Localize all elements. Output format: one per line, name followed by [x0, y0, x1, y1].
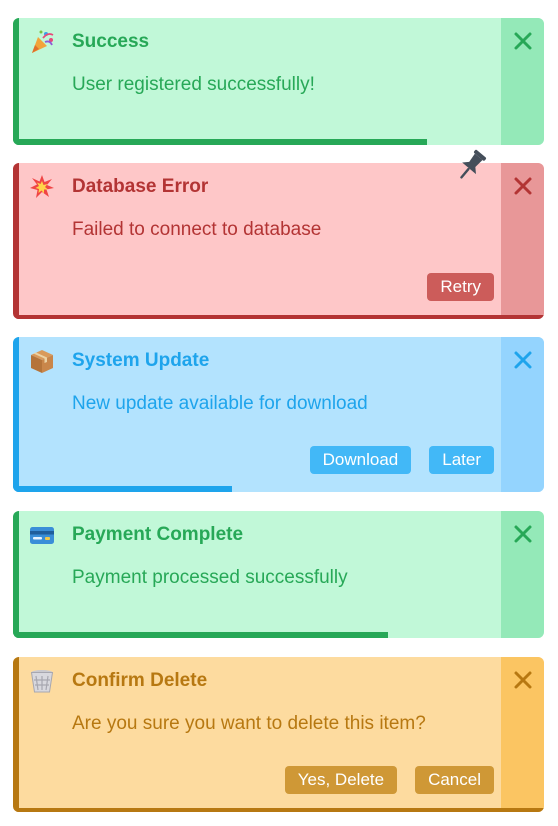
toast-title: Confirm Delete	[72, 670, 208, 691]
toast-title: Database Error	[72, 176, 209, 197]
toast-error: Database Error Failed to connect to data…	[13, 163, 544, 319]
toast-title: System Update	[72, 350, 210, 371]
toast-message: Payment processed successfully	[72, 567, 348, 588]
close-column	[501, 337, 544, 492]
package-icon	[29, 348, 55, 374]
close-button[interactable]	[512, 30, 534, 52]
close-column	[501, 18, 544, 145]
close-icon	[514, 671, 532, 689]
close-button[interactable]	[512, 669, 534, 691]
retry-button[interactable]: Retry	[427, 273, 494, 301]
close-button[interactable]	[512, 349, 534, 371]
toast-actions: Yes, Delete Cancel	[284, 766, 494, 794]
toast-title: Payment Complete	[72, 524, 244, 545]
toast-title: Success	[72, 31, 150, 52]
toast-message: Failed to connect to database	[72, 219, 322, 240]
toast-accent-bar	[13, 18, 19, 145]
cancel-button[interactable]: Cancel	[415, 766, 494, 794]
wastebasket-icon	[29, 668, 55, 694]
toast-warning: Confirm Delete Are you sure you want to …	[13, 657, 544, 812]
close-button[interactable]	[512, 523, 534, 545]
toast-accent-bar	[13, 337, 19, 492]
download-button[interactable]: Download	[309, 446, 412, 474]
toast-actions: Download Later	[309, 446, 494, 474]
close-column	[501, 511, 544, 638]
close-icon	[514, 351, 532, 369]
close-icon	[514, 525, 532, 543]
toast-info: System Update New update available for d…	[13, 337, 544, 492]
toast-success: Success User registered successfully!	[13, 18, 544, 145]
toast-accent-bar	[13, 657, 19, 812]
toast-message: New update available for download	[72, 393, 368, 414]
close-button[interactable]	[512, 175, 534, 197]
toast-message: User registered successfully!	[72, 74, 315, 95]
toast-bottom-border	[13, 808, 544, 812]
close-column	[501, 657, 544, 812]
toast-actions: Retry	[427, 273, 494, 301]
close-column	[501, 163, 544, 319]
toast-stack: Success User registered successfully! Da…	[0, 0, 558, 826]
confirm-delete-button[interactable]: Yes, Delete	[284, 766, 398, 794]
toast-progress-bar	[13, 632, 388, 638]
toast-payment-success: Payment Complete Payment processed succe…	[13, 511, 544, 638]
toast-progress-bar	[13, 139, 427, 145]
toast-bottom-border	[13, 315, 544, 319]
party-popper-icon	[29, 29, 55, 55]
credit-card-icon	[29, 522, 55, 548]
toast-progress-bar	[13, 486, 232, 492]
later-button[interactable]: Later	[429, 446, 494, 474]
collision-icon	[29, 174, 55, 200]
close-icon	[514, 177, 532, 195]
close-icon	[514, 32, 532, 50]
toast-accent-bar	[13, 163, 19, 319]
toast-accent-bar	[13, 511, 19, 638]
pin-icon[interactable]	[452, 147, 490, 185]
toast-message: Are you sure you want to delete this ite…	[72, 713, 426, 734]
